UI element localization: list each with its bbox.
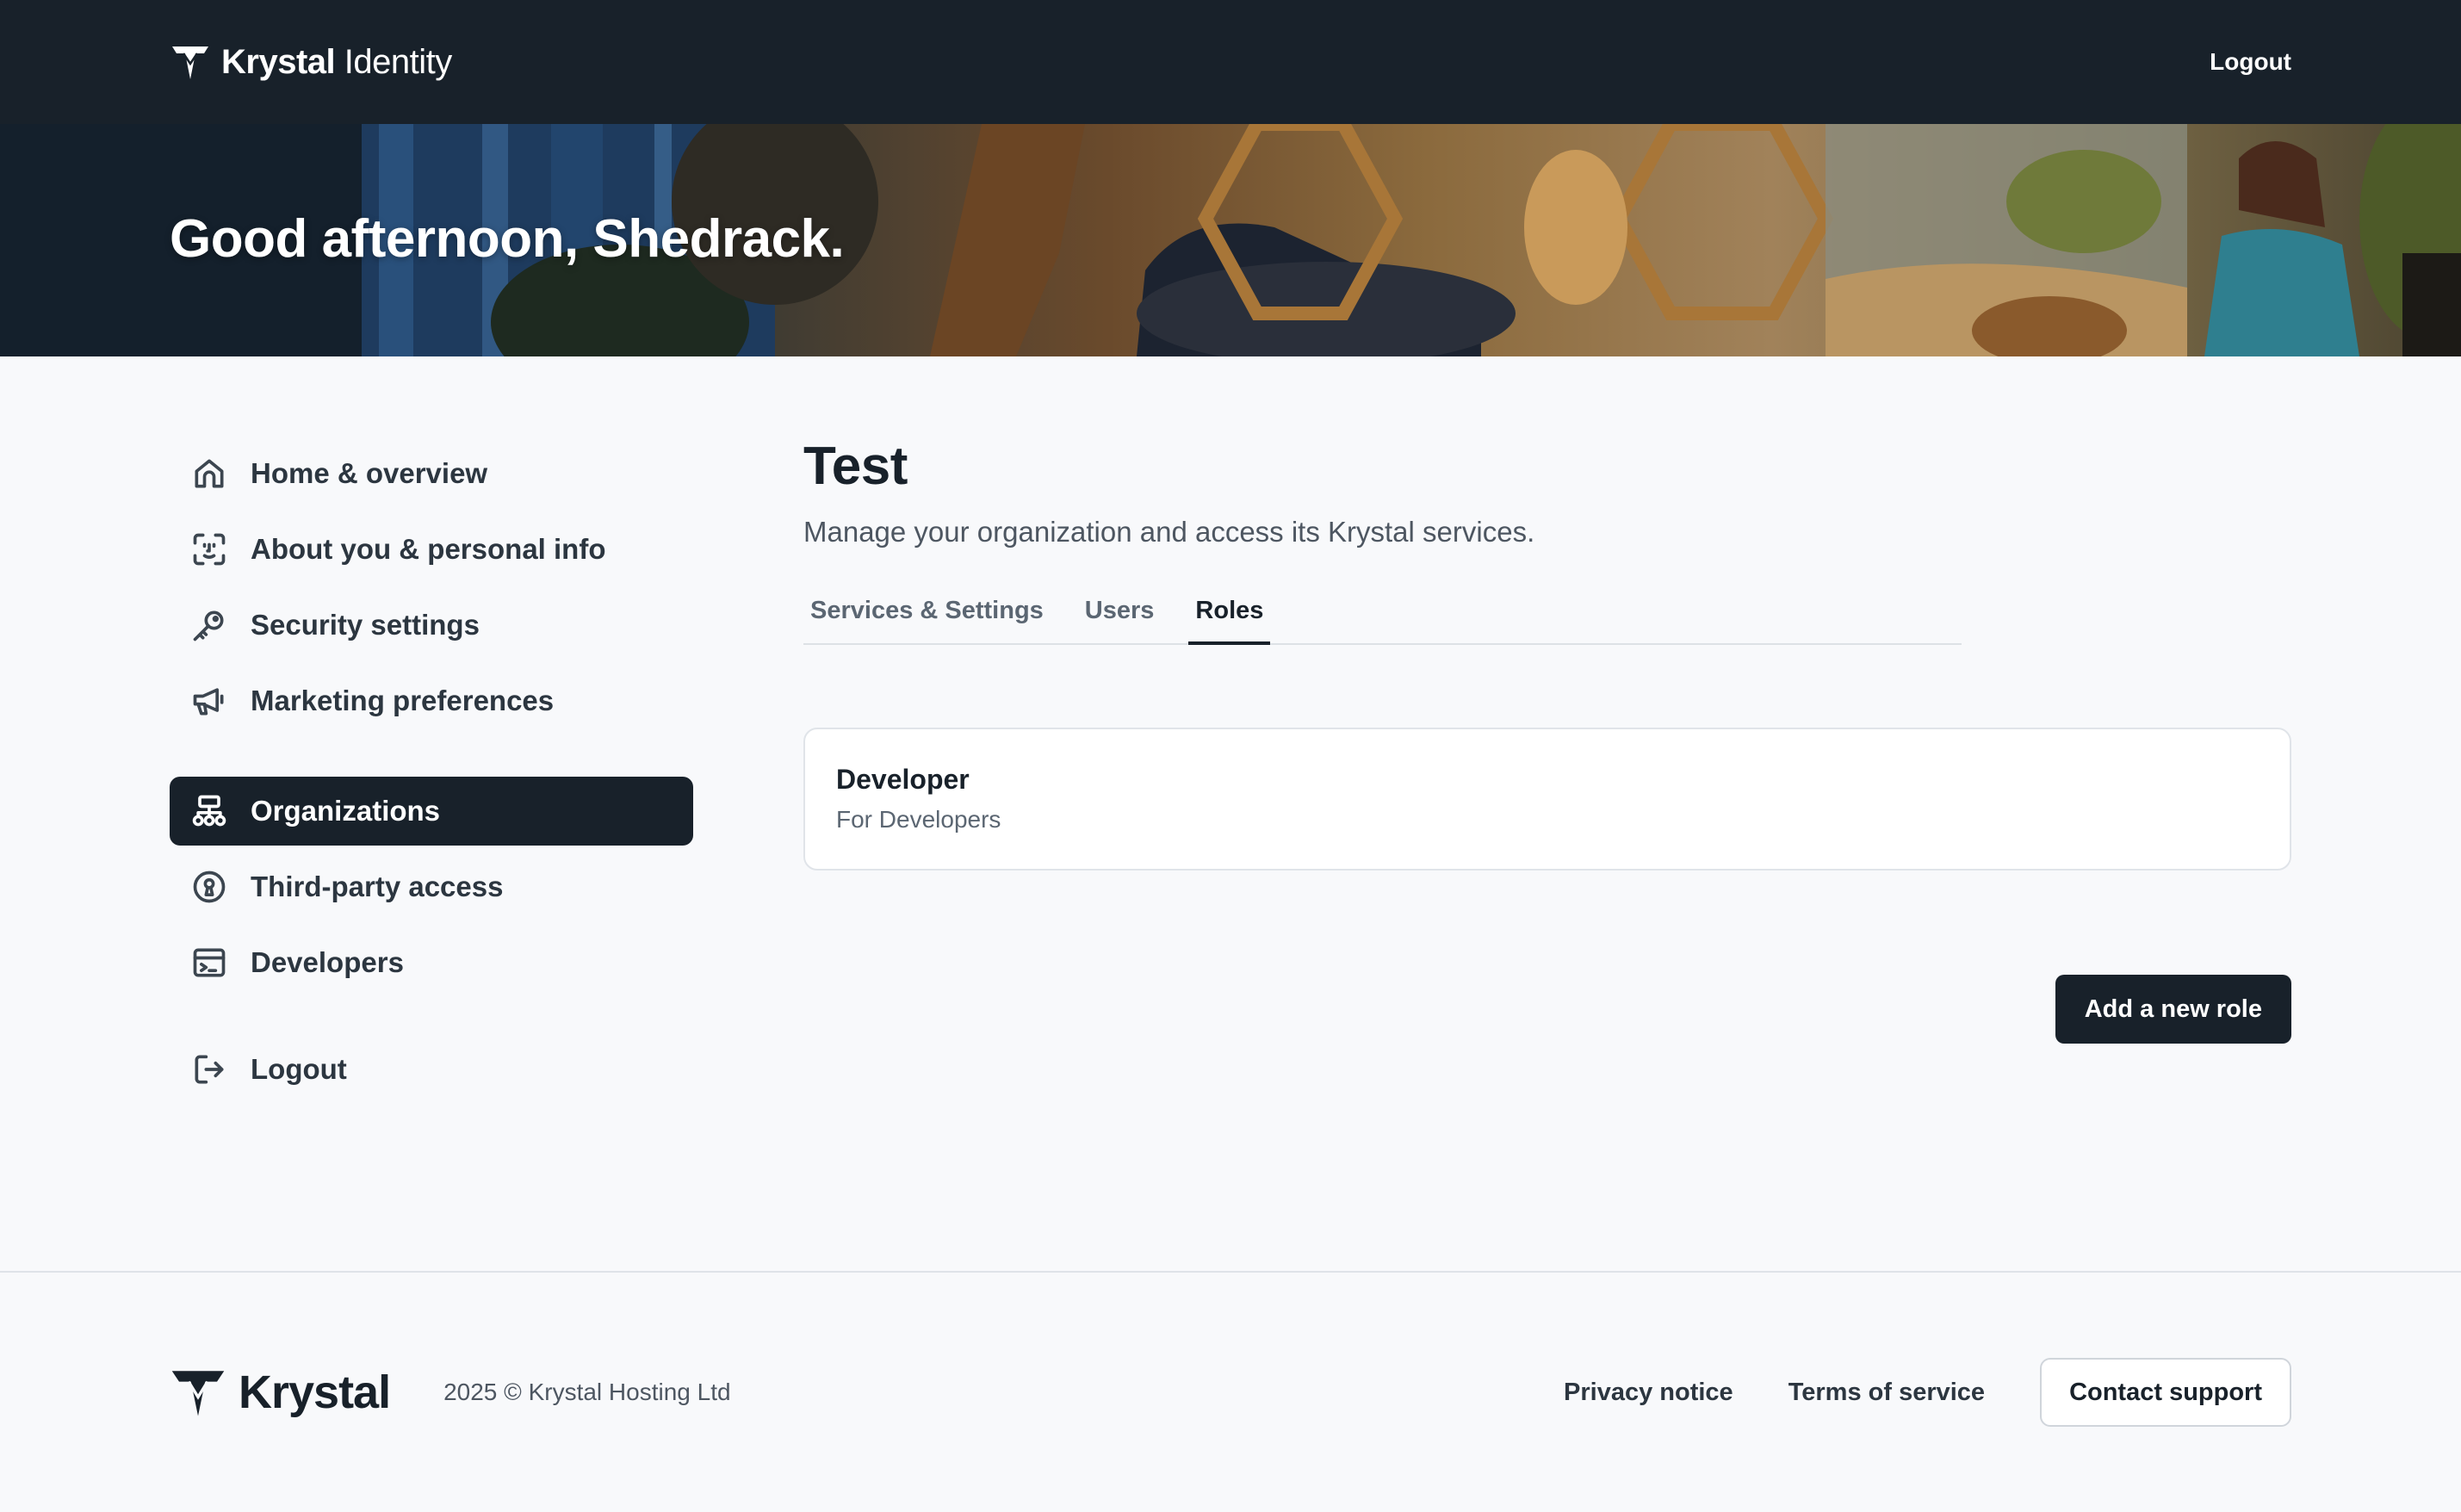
page-subtitle: Manage your organization and access its … [803, 516, 1535, 548]
face-scan-icon [193, 533, 226, 566]
sidebar-item-label: Security settings [251, 609, 480, 641]
tab-roles[interactable]: Roles [1188, 586, 1271, 645]
page-title: Test [803, 437, 908, 496]
terminal-icon [193, 948, 226, 977]
hero-banner: Good afternoon, Shedrack. [0, 124, 2461, 356]
sidebar-item-organizations[interactable]: Organizations [170, 777, 693, 846]
tab-services-settings[interactable]: Services & Settings [803, 586, 1051, 645]
terms-of-service-link[interactable]: Terms of service [1788, 1379, 1985, 1407]
sidebar-item-marketing[interactable]: Marketing preferences [170, 666, 693, 735]
logout-icon [195, 1055, 224, 1084]
footer-links: Privacy notice Terms of service Contact … [1564, 1358, 2291, 1427]
brand-text: Krystal Identity [221, 43, 452, 82]
sidebar-item-label: About you & personal info [251, 533, 606, 565]
sidebar-item-label: Third-party access [251, 871, 504, 902]
page-footer: Krystal 2025 © Krystal Hosting Ltd Priva… [0, 1271, 2461, 1512]
greeting-heading: Good afternoon, Shedrack. [170, 209, 845, 269]
add-role-button[interactable]: Add a new role [2055, 975, 2291, 1044]
header-logout-link[interactable]: Logout [2210, 48, 2291, 76]
home-icon [195, 459, 224, 488]
privacy-notice-link[interactable]: Privacy notice [1564, 1379, 1733, 1407]
top-header: Krystal Identity Logout [0, 0, 2461, 124]
sidebar-item-home[interactable]: Home & overview [170, 439, 693, 508]
sidebar-nav: Home & overview About you & personal inf… [170, 439, 693, 1111]
organization-icon [192, 795, 226, 827]
tab-users[interactable]: Users [1078, 586, 1162, 645]
sidebar-item-logout[interactable]: Logout [170, 1035, 693, 1104]
sidebar-item-security[interactable]: Security settings [170, 591, 693, 660]
main-content: Test Manage your organization and access… [803, 436, 2291, 1044]
sidebar-item-about-you[interactable]: About you & personal info [170, 515, 693, 584]
krystal-logo-icon [171, 1371, 225, 1416]
contact-support-button[interactable]: Contact support [2040, 1358, 2291, 1427]
role-description: For Developers [836, 806, 1001, 833]
sidebar-item-label: Marketing preferences [251, 685, 555, 716]
sidebar-item-label: Home & overview [251, 457, 488, 489]
megaphone-icon [193, 688, 224, 716]
role-name: Developer [836, 764, 970, 795]
copyright-text: 2025 © Krystal Hosting Ltd [443, 1379, 731, 1405]
brand-name: Krystal [221, 42, 336, 81]
sidebar-item-label: Logout [251, 1053, 347, 1085]
sidebar-item-third-party-access[interactable]: Third-party access [170, 852, 693, 921]
krystal-identity-logo[interactable]: Krystal Identity [170, 41, 452, 83]
footer-logo[interactable]: Krystal [170, 1364, 391, 1421]
brand-suffix: Identity [335, 42, 452, 81]
sidebar-item-developers[interactable]: Developers [170, 928, 693, 997]
sidebar-item-label: Organizations [251, 795, 441, 827]
key-icon [193, 610, 224, 641]
role-card[interactable]: Developer For Developers [803, 728, 2291, 871]
krystal-logo-icon [172, 46, 208, 79]
keyhole-icon [193, 871, 226, 903]
sidebar-item-label: Developers [251, 946, 404, 978]
organization-tabs: Services & Settings Users Roles [803, 586, 1962, 645]
footer-brand-name: Krystal [239, 1366, 391, 1418]
footer-left: Krystal 2025 © Krystal Hosting Ltd [170, 1364, 731, 1421]
